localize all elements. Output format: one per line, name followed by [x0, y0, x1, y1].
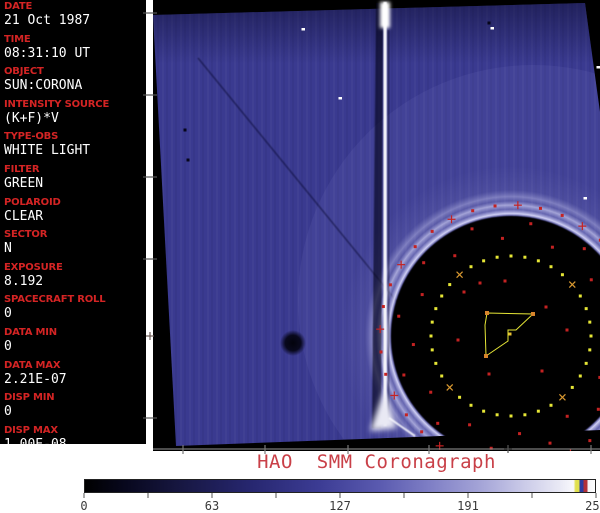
field-value: 08:31:10 UT — [4, 46, 146, 61]
field-label: TIME — [4, 34, 146, 45]
white-speck — [597, 66, 600, 69]
page-title: HAO SMM Coronagraph — [153, 451, 600, 473]
field-label: DATE — [4, 1, 146, 12]
field-value: 0 — [4, 339, 146, 354]
field-filter: FILTERGREEN — [4, 164, 146, 191]
field-label: SPACECRAFT ROLL — [4, 294, 146, 305]
colorbar-tick-label: 255 — [574, 499, 600, 513]
field-disp-min: DISP MIN0 — [4, 392, 146, 419]
field-data-min: DATA MIN0 — [4, 327, 146, 354]
field-label: DATA MAX — [4, 360, 146, 371]
field-label: INTENSITY SOURCE — [4, 99, 146, 110]
field-value: WHITE LIGHT — [4, 143, 146, 158]
coronagraph-image-plot — [153, 0, 600, 451]
white-speck — [339, 97, 343, 100]
field-data-max: DATA MAX2.21E-07 — [4, 360, 146, 387]
field-value: 21 Oct 1987 — [4, 13, 146, 28]
field-value: SUN:CORONA — [4, 78, 146, 93]
colorbar-tick-label: 191 — [446, 499, 490, 513]
field-object: OBJECTSUN:CORONA — [4, 66, 146, 93]
field-label: OBJECT — [4, 66, 146, 77]
field-value: (K+F)*V — [4, 111, 146, 126]
field-disp-max: DISP MAX1.00E-08 — [4, 425, 146, 452]
field-value: 0 — [4, 404, 146, 419]
intensity-colorbar — [84, 479, 596, 493]
field-value: N — [4, 241, 146, 256]
dust-spot — [280, 330, 306, 356]
metadata-sidebar: DATE21 Oct 1987 TIME08:31:10 UT OBJECTSUN:… — [0, 0, 146, 444]
field-value: 2.21E-07 — [4, 372, 146, 387]
field-polaroid: POLAROIDCLEAR — [4, 197, 146, 224]
field-label: SECTOR — [4, 229, 146, 240]
field-sector: SECTORN — [4, 229, 146, 256]
inner-fiducial-dot — [504, 280, 507, 283]
colorbar-tick-label: 127 — [318, 499, 362, 513]
field-value: CLEAR — [4, 209, 146, 224]
field-time: TIME08:31:10 UT — [4, 34, 146, 61]
field-label: EXPOSURE — [4, 262, 146, 273]
inner-fiducial-dot — [463, 291, 466, 294]
field-value: 0 — [4, 306, 146, 321]
field-value: GREEN — [4, 176, 146, 191]
dark-speck — [488, 22, 491, 25]
field-label: DISP MIN — [4, 392, 146, 403]
field-label: DISP MAX — [4, 425, 146, 436]
field-label: POLAROID — [4, 197, 146, 208]
field-label: TYPE-OBS — [4, 131, 146, 142]
field-exposure: EXPOSURE8.192 — [4, 262, 146, 289]
inner-fiducial-dot — [457, 339, 460, 342]
colorbar-tick-label: 0 — [62, 499, 106, 513]
inner-fiducial-dot — [479, 282, 482, 285]
field-spacecraft-roll: SPACECRAFT ROLL0 — [4, 294, 146, 321]
field-value: 1.00E-08 — [4, 437, 146, 452]
field-label: FILTER — [4, 164, 146, 175]
white-speck — [491, 27, 495, 30]
dark-speck — [187, 159, 190, 162]
white-speck — [302, 28, 306, 31]
coronagraph-image — [153, 0, 600, 451]
white-speck — [584, 197, 588, 200]
field-value: 8.192 — [4, 274, 146, 289]
coronagraph-viewer: { "window": {"width": 600, "height": 512… — [0, 0, 600, 512]
field-type-obs: TYPE-OBSWHITE LIGHT — [4, 131, 146, 158]
inner-fiducial-dot — [488, 373, 491, 376]
colorbar-tick-label: 63 — [190, 499, 234, 513]
inner-fiducial-dot — [545, 306, 548, 309]
field-intensity-source: INTENSITY SOURCE(K+F)*V — [4, 99, 146, 126]
dark-speck — [184, 129, 187, 132]
inner-fiducial-dot — [541, 370, 544, 373]
field-date: DATE21 Oct 1987 — [4, 1, 146, 28]
inner-fiducial-dot — [566, 329, 569, 332]
field-label: DATA MIN — [4, 327, 146, 338]
